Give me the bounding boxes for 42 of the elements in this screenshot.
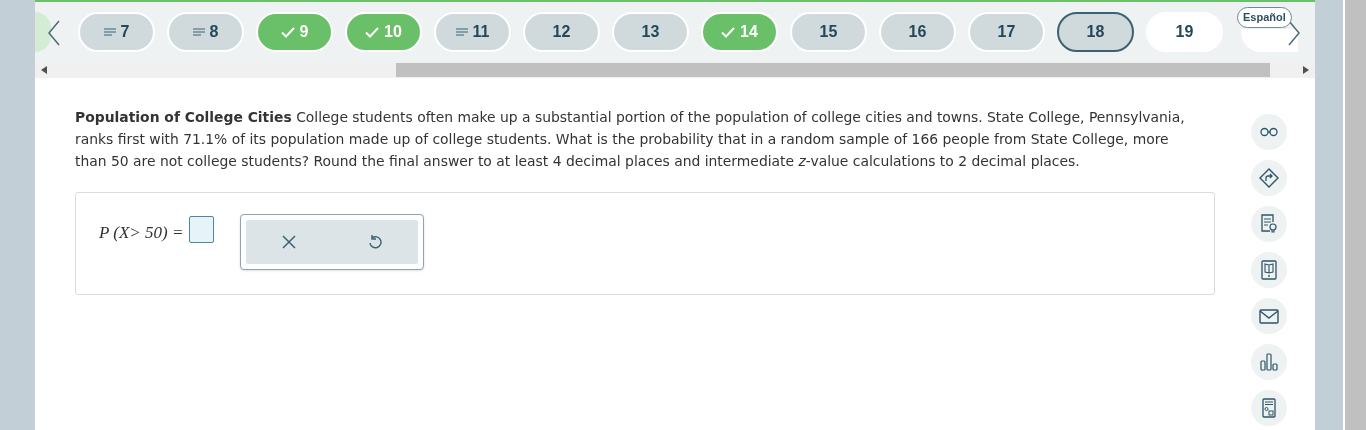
probability-expression: P (X> 50) =: [99, 222, 184, 244]
chevron-left-icon[interactable]: [47, 20, 61, 46]
lines-icon: [192, 28, 205, 36]
hint-button[interactable]: [1251, 206, 1287, 242]
question-pill[interactable]: 17: [968, 12, 1045, 52]
ebook-button[interactable]: [1251, 252, 1287, 288]
envelope-icon: [1259, 308, 1279, 324]
checkmark-icon: [280, 26, 295, 38]
scroll-left-icon[interactable]: [41, 66, 47, 74]
direction-sign-button[interactable]: [1251, 160, 1287, 196]
statistics-button[interactable]: [1251, 344, 1287, 380]
clear-icon[interactable]: [282, 235, 297, 249]
bar-chart-icon: [1260, 353, 1278, 371]
lines-icon: [103, 28, 116, 36]
question-text: Population of College Cities College students often make up a substantial portion of the population of college cities and towns. State College, Pennsylvania, ranks first with 71.1% of its population made up of college students. What is the probability that in a random sample of 166 people from State College, more than 50 are not college students? Round the final answer to at least 4 decimal places and intermediate z-value calculations to 2 decimal places.: [75, 108, 1186, 171]
question-pill[interactable]: 7: [78, 12, 155, 52]
scrollbar-thumb[interactable]: [396, 63, 1270, 77]
undo-icon[interactable]: [368, 234, 383, 250]
question-pill[interactable]: 18: [1057, 12, 1134, 52]
calculator-button[interactable]: [1251, 390, 1287, 426]
message-button[interactable]: [1251, 298, 1287, 334]
question-pill[interactable]: 15: [790, 12, 867, 52]
scroll-right-icon[interactable]: [1303, 66, 1309, 74]
glasses-button[interactable]: [1251, 114, 1287, 150]
lines-icon: [455, 28, 468, 36]
document-lightbulb-icon: [1261, 214, 1277, 234]
question-pill[interactable]: 19: [1146, 12, 1223, 52]
document-shapes-icon: [1262, 398, 1276, 418]
page-scrollbar[interactable]: [1343, 0, 1366, 430]
direction-sign-icon: [1259, 168, 1279, 188]
question-pill[interactable]: 8: [167, 12, 244, 52]
chevron-right-icon[interactable]: [1287, 20, 1301, 46]
answer-input-field[interactable]: [189, 216, 215, 243]
language-button[interactable]: Español: [1237, 7, 1292, 28]
question-pill[interactable]: 11: [434, 12, 511, 52]
tablet-book-icon: [1261, 260, 1277, 280]
checkmark-icon: [721, 26, 736, 38]
glasses-icon: [1260, 127, 1278, 137]
question-pill[interactable]: 13: [612, 12, 689, 52]
question-pill[interactable]: 12: [523, 12, 600, 52]
checkmark-icon: [365, 26, 380, 38]
question-pill[interactable]: 16: [879, 12, 956, 52]
